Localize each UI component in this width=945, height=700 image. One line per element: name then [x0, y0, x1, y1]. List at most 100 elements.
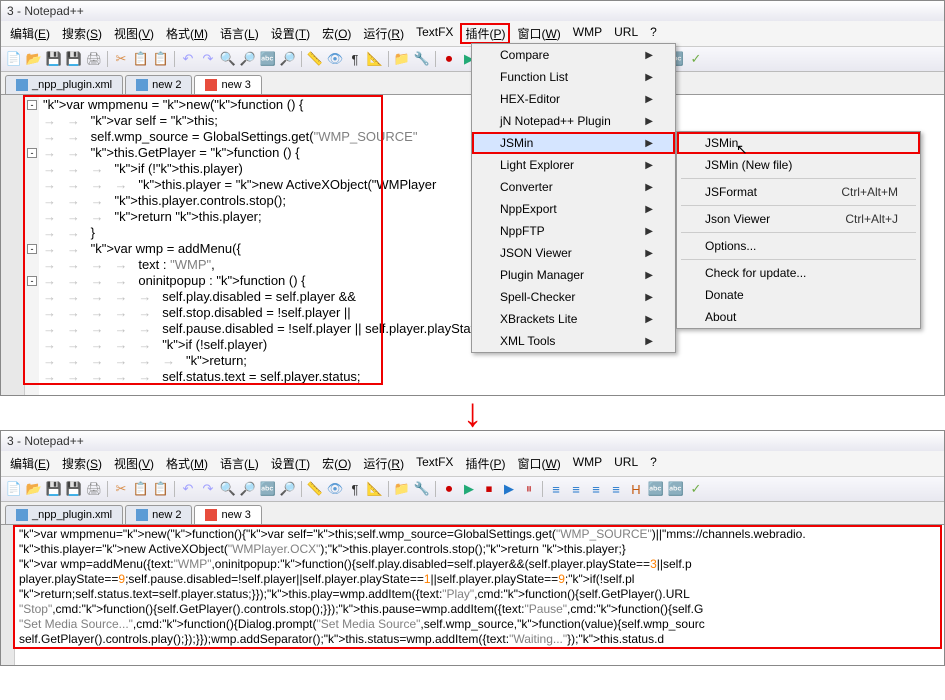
toolbar-button[interactable]: 💾 [65, 480, 83, 498]
menu-item[interactable]: 语言(L) [215, 23, 264, 44]
menu-item[interactable]: JSON Viewer▶ [472, 242, 675, 264]
toolbar-button[interactable]: 🔧 [413, 50, 431, 68]
code-area-bottom[interactable]: "k">var wmpmenu="k">new("k">function(){"… [15, 525, 810, 665]
toolbar-button[interactable]: 👁 [326, 50, 344, 68]
menu-item[interactable]: Light Explorer▶ [472, 154, 675, 176]
menu-item[interactable]: 窗口(W) [512, 23, 565, 44]
menu-item[interactable]: Check for update... [677, 262, 920, 284]
toolbar-button[interactable]: ≡ [607, 480, 625, 498]
toolbar-button[interactable]: 💾 [45, 480, 63, 498]
toolbar-button[interactable]: ↶ [179, 50, 197, 68]
menu-item[interactable]: Converter▶ [472, 176, 675, 198]
menu-item[interactable]: Plugin Manager▶ [472, 264, 675, 286]
toolbar-button[interactable]: ¶ [346, 480, 364, 498]
menu-item[interactable]: 插件(P) [460, 453, 510, 474]
toolbar-button[interactable]: 💾 [65, 50, 83, 68]
fold-toggle[interactable]: - [27, 276, 37, 286]
menu-item[interactable]: NppExport▶ [472, 198, 675, 220]
toolbar-button[interactable]: 📋 [152, 480, 170, 498]
toolbar-button[interactable]: 🔤 [667, 480, 685, 498]
menu-item[interactable]: Compare▶ [472, 44, 675, 66]
toolbar-button[interactable]: ⏺ [440, 50, 458, 68]
menu-item[interactable]: 格式(M) [161, 23, 213, 44]
menu-item[interactable]: HEX-Editor▶ [472, 88, 675, 110]
toolbar-button[interactable]: ✂ [112, 480, 130, 498]
menu-item[interactable]: Options... [677, 235, 920, 257]
menu-item[interactable]: 搜索(S) [57, 453, 107, 474]
menu-item[interactable]: jN Notepad++ Plugin▶ [472, 110, 675, 132]
toolbar-button[interactable]: 📐 [366, 480, 384, 498]
menu-item[interactable]: About [677, 306, 920, 328]
menu-item[interactable]: 语言(L) [215, 453, 264, 474]
toolbar-button[interactable]: ▶ [500, 480, 518, 498]
toolbar-button[interactable]: 📋 [152, 50, 170, 68]
toolbar-button[interactable]: 💾 [45, 50, 63, 68]
tab[interactable]: new 2 [125, 505, 192, 524]
toolbar-button[interactable]: ⏹ [480, 480, 498, 498]
toolbar-button[interactable]: 🔎 [239, 50, 257, 68]
menu-item[interactable]: Spell-Checker▶ [472, 286, 675, 308]
menu-item[interactable]: 视图(V) [109, 453, 159, 474]
menu-item[interactable]: 搜索(S) [57, 23, 107, 44]
menu-item[interactable]: NppFTP▶ [472, 220, 675, 242]
toolbar-button[interactable]: 🔤 [259, 50, 277, 68]
toolbar-button[interactable]: ✓ [687, 50, 705, 68]
menu-item[interactable]: 视图(V) [109, 23, 159, 44]
menu-item[interactable]: TextFX [411, 23, 458, 44]
tab[interactable]: _npp_plugin.xml [5, 505, 123, 524]
toolbar-button[interactable]: ≡ [567, 480, 585, 498]
toolbar-button[interactable]: 📐 [366, 50, 384, 68]
menu-item[interactable]: XML Tools▶ [472, 330, 675, 352]
toolbar-button[interactable]: ⏸ [520, 480, 538, 498]
toolbar-button[interactable]: 📏 [306, 480, 324, 498]
toolbar-button[interactable]: 🔤 [259, 480, 277, 498]
menu-item[interactable]: 插件(P) [460, 23, 510, 44]
toolbar-button[interactable]: 👁 [326, 480, 344, 498]
toolbar-button[interactable]: ⏺ [440, 480, 458, 498]
toolbar-button[interactable]: 📁 [393, 480, 411, 498]
menu-item[interactable]: 设置(T) [266, 23, 315, 44]
menu-item[interactable]: 运行(R) [358, 453, 409, 474]
toolbar-button[interactable]: 📋 [132, 50, 150, 68]
toolbar-button[interactable]: 📄 [5, 480, 23, 498]
menu-item[interactable]: 编辑(E) [5, 23, 55, 44]
menu-item[interactable]: 格式(M) [161, 453, 213, 474]
menu-item[interactable]: Json ViewerCtrl+Alt+J [677, 208, 920, 230]
toolbar-button[interactable]: 📁 [393, 50, 411, 68]
menu-item[interactable]: TextFX [411, 453, 458, 474]
toolbar-button[interactable]: 🔍 [219, 50, 237, 68]
toolbar-button[interactable]: ✓ [687, 480, 705, 498]
toolbar-button[interactable]: 🔎 [279, 50, 297, 68]
menu-item[interactable]: JSFormatCtrl+Alt+M [677, 181, 920, 203]
toolbar-button[interactable]: ✂ [112, 50, 130, 68]
menu-item[interactable]: ? [645, 23, 662, 44]
toolbar-button[interactable]: ≡ [547, 480, 565, 498]
toolbar-button[interactable]: 🖨 [85, 50, 103, 68]
tab[interactable]: new 3 [194, 75, 261, 94]
fold-toggle[interactable]: - [27, 244, 37, 254]
tab[interactable]: new 3 [194, 505, 261, 524]
toolbar-button[interactable]: 📏 [306, 50, 324, 68]
toolbar-button[interactable]: 🖨 [85, 480, 103, 498]
menu-item[interactable]: URL [609, 23, 643, 44]
toolbar-button[interactable]: ≡ [587, 480, 605, 498]
toolbar-button[interactable]: ↷ [199, 480, 217, 498]
menu-item[interactable]: ? [645, 453, 662, 474]
toolbar-button[interactable]: H [627, 480, 645, 498]
toolbar-button[interactable]: ▶ [460, 480, 478, 498]
tab[interactable]: _npp_plugin.xml [5, 75, 123, 94]
toolbar-button[interactable]: 🔧 [413, 480, 431, 498]
menu-item[interactable]: 宏(O) [317, 453, 356, 474]
menu-item[interactable]: URL [609, 453, 643, 474]
menu-item[interactable]: WMP [568, 453, 607, 474]
toolbar-button[interactable]: 🔤 [647, 480, 665, 498]
toolbar-button[interactable]: 🔎 [239, 480, 257, 498]
toolbar-button[interactable]: ¶ [346, 50, 364, 68]
fold-toggle[interactable]: - [27, 100, 37, 110]
menu-item[interactable]: Donate [677, 284, 920, 306]
menu-item[interactable]: JSMin (New file) [677, 154, 920, 176]
menu-item[interactable]: 编辑(E) [5, 453, 55, 474]
menu-item[interactable]: 运行(R) [358, 23, 409, 44]
menu-item[interactable]: 设置(T) [266, 453, 315, 474]
menu-item[interactable]: JSMin▶ [472, 132, 675, 154]
